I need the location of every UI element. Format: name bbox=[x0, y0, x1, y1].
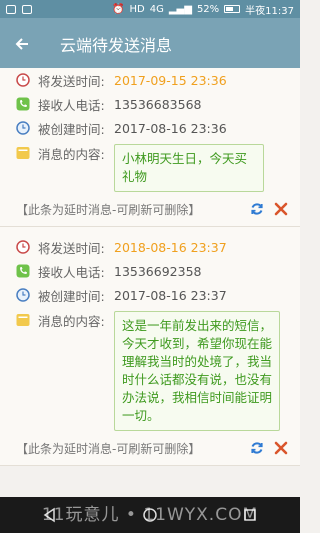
network-badge: 4G bbox=[149, 3, 164, 15]
send-time-value: 2018-08-16 23:37 bbox=[114, 239, 227, 255]
phone-value: 13536683568 bbox=[114, 96, 202, 112]
phone-value: 13536692358 bbox=[114, 263, 202, 279]
arrow-left-icon bbox=[15, 38, 28, 50]
delete-button[interactable] bbox=[272, 439, 290, 457]
message-icon bbox=[16, 314, 30, 326]
created-clock-icon bbox=[16, 121, 30, 135]
created-row: 被创建时间: 2017-08-16 23:36 bbox=[16, 116, 290, 140]
battery-icon bbox=[224, 5, 241, 13]
refresh-icon bbox=[251, 442, 263, 454]
nav-back-button[interactable] bbox=[35, 500, 65, 530]
clock-icon bbox=[16, 240, 30, 254]
refresh-icon bbox=[251, 203, 263, 215]
created-label: 被创建时间: bbox=[38, 121, 105, 137]
message-icon bbox=[16, 147, 30, 159]
refresh-button[interactable] bbox=[248, 200, 266, 218]
hd-badge: HD bbox=[129, 3, 145, 15]
created-label: 被创建时间: bbox=[38, 288, 105, 304]
triangle-back-icon bbox=[43, 507, 55, 523]
circle-home-icon bbox=[143, 508, 157, 522]
system-nav-bar bbox=[0, 497, 300, 533]
content-label: 消息的内容: bbox=[38, 314, 105, 329]
nav-recents-button[interactable] bbox=[235, 500, 265, 530]
created-clock-icon bbox=[16, 288, 30, 302]
refresh-button[interactable] bbox=[248, 439, 266, 457]
phone-icon bbox=[16, 97, 30, 111]
phone-row: 接收人电话: 13536683568 bbox=[16, 92, 290, 116]
delayed-note: 【此条为延时消息-可刷新可删除】 bbox=[16, 441, 201, 456]
send-time-row: 将发送时间: 2018-08-16 23:37 bbox=[16, 235, 290, 259]
action-row: 【此条为延时消息-可刷新可删除】 bbox=[16, 192, 290, 226]
created-value: 2017-08-16 23:36 bbox=[114, 120, 227, 136]
notification-icon bbox=[6, 4, 16, 14]
status-right: ⏰ HD 4G ▂▄▆ 52% 半夜11:37 bbox=[112, 2, 294, 17]
delete-icon bbox=[274, 441, 288, 455]
phone-icon bbox=[16, 264, 30, 278]
delete-button[interactable] bbox=[272, 200, 290, 218]
status-time: 半夜11:37 bbox=[245, 5, 294, 17]
message-content: 这是一年前发出来的短信，今天才收到，希望你现在能理解我当时的处境了，我当时什么话… bbox=[114, 311, 280, 431]
content-row: 消息的内容: 小林明天生日，今天买礼物 bbox=[16, 140, 290, 192]
battery-percent: 52% bbox=[196, 3, 220, 15]
send-time-row: 将发送时间: 2017-09-15 23:36 bbox=[16, 68, 290, 92]
nav-home-button[interactable] bbox=[135, 500, 165, 530]
app-bar: 云端待发送消息 bbox=[0, 18, 300, 70]
phone-row: 接收人电话: 13536692358 bbox=[16, 259, 290, 283]
send-time-value: 2017-09-15 23:36 bbox=[114, 72, 227, 88]
action-row: 【此条为延时消息-可刷新可删除】 bbox=[16, 431, 290, 465]
send-time-label: 将发送时间: bbox=[38, 240, 105, 256]
created-row: 被创建时间: 2017-08-16 23:37 bbox=[16, 283, 290, 307]
phone-label: 接收人电话: bbox=[38, 264, 105, 280]
phone-label: 接收人电话: bbox=[38, 97, 105, 113]
delayed-note: 【此条为延时消息-可刷新可删除】 bbox=[16, 202, 201, 217]
status-bar: ⏰ HD 4G ▂▄▆ 52% 半夜11:37 bbox=[0, 0, 300, 18]
page-title: 云端待发送消息 bbox=[60, 36, 173, 55]
status-left bbox=[6, 4, 32, 14]
created-value: 2017-08-16 23:37 bbox=[114, 287, 227, 303]
clock-icon bbox=[16, 73, 30, 87]
message-card: 将发送时间: 2017-09-15 23:36 接收人电话: 135366835… bbox=[0, 68, 300, 227]
signal-icon: ▂▄▆ bbox=[168, 3, 192, 15]
delete-icon bbox=[274, 202, 288, 216]
message-content: 小林明天生日，今天买礼物 bbox=[114, 144, 264, 192]
alarm-icon: ⏰ bbox=[112, 3, 125, 15]
sync-icon bbox=[22, 4, 32, 14]
back-button[interactable] bbox=[0, 18, 44, 70]
message-list: 将发送时间: 2017-09-15 23:36 接收人电话: 135366835… bbox=[0, 68, 300, 466]
message-card: 将发送时间: 2018-08-16 23:37 接收人电话: 135366923… bbox=[0, 227, 300, 466]
square-recents-icon bbox=[244, 509, 256, 521]
content-row: 消息的内容: 这是一年前发出来的短信，今天才收到，希望你现在能理解我当时的处境了… bbox=[16, 307, 290, 431]
send-time-label: 将发送时间: bbox=[38, 73, 105, 89]
content-label: 消息的内容: bbox=[38, 147, 105, 162]
